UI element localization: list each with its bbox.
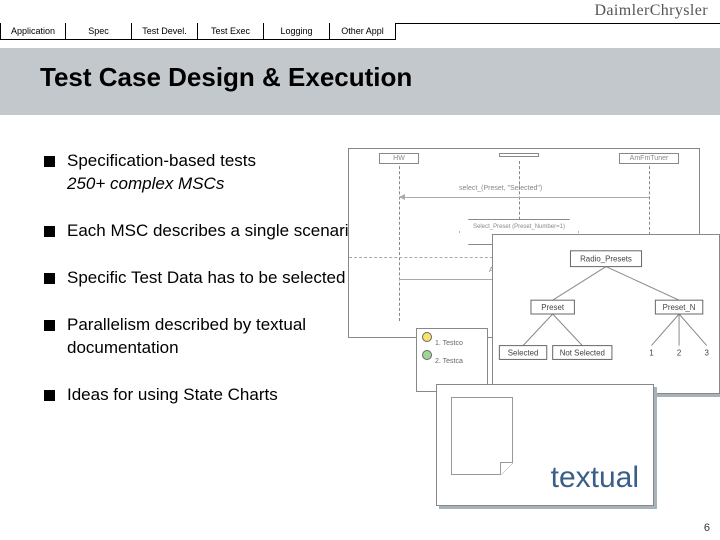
bullet-marker-icon (44, 320, 55, 331)
bullet-marker-icon (44, 273, 55, 284)
page-icon (451, 397, 513, 475)
brand-logo: DaimlerChrysler (594, 2, 708, 20)
msc-arrow (399, 197, 649, 198)
bullet-item: Ideas for using State Charts (44, 384, 374, 407)
tree-diagram-window: Radio_Presets Preset Preset_N Selected N… (492, 234, 720, 394)
page-number: 6 (704, 522, 710, 534)
bullet-subtext: 250+ complex MSCs (67, 173, 256, 196)
tree-node-label: Not Selected (560, 348, 605, 357)
bullet-text: Parallelism described by textual documen… (67, 314, 374, 360)
arrow-head-icon (399, 194, 405, 200)
page-title: Test Case Design & Execution (40, 62, 720, 93)
msc-actor-box: AmFmTuner (619, 153, 679, 164)
tree-node-label: Radio_Presets (580, 255, 632, 264)
logo-part-2: Chrysler (650, 2, 708, 19)
tab-logging[interactable]: Logging (264, 23, 330, 40)
title-bar: Test Case Design & Execution (0, 48, 720, 115)
tree-node-label: Preset (541, 303, 565, 312)
bullet-item: Parallelism described by textual documen… (44, 314, 374, 360)
bullet-text: Each MSC describes a single scenario (67, 220, 358, 243)
figure-area: HW AmFmTuner select_(Preset, "Selected")… (348, 148, 714, 490)
document-window: textual (436, 384, 654, 506)
bullet-text: Specific Test Data has to be selected (67, 267, 345, 290)
palette-row-label: 1. Testco (435, 340, 463, 347)
tab-test-devel[interactable]: Test Devel. (132, 23, 198, 40)
tab-other-appl[interactable]: Other Appl (330, 23, 396, 40)
tab-spec[interactable]: Spec (66, 23, 132, 40)
nav-tabs: Application Spec Test Devel. Test Exec L… (0, 23, 396, 40)
msc-lifeline (399, 161, 400, 321)
document-caption: textual (551, 461, 639, 495)
bullet-text: Specification-based tests (67, 151, 256, 170)
palette-dot-icon (422, 350, 432, 360)
tree-node-label: Selected (508, 348, 539, 357)
bullet-text: Ideas for using State Charts (67, 384, 278, 407)
bullet-marker-icon (44, 390, 55, 401)
msc-actor-box: HW (379, 153, 419, 164)
msc-actor-box (499, 153, 539, 157)
bullet-marker-icon (44, 156, 55, 167)
tree-leaf-label: 3 (705, 348, 710, 357)
bullet-item: Specific Test Data has to be selected (44, 267, 374, 290)
logo-part-1: Daimler (594, 2, 649, 19)
palette-dot-icon (422, 332, 432, 342)
msc-arrow-label: select_(Preset, "Selected") (459, 185, 542, 192)
tree-node-label: Preset_N (663, 303, 696, 312)
tree-leaf-label: 2 (677, 348, 681, 357)
bullet-list: Specification-based tests 250+ complex M… (44, 150, 374, 431)
bullet-item: Specification-based tests 250+ complex M… (44, 150, 374, 196)
bullet-item: Each MSC describes a single scenario (44, 220, 374, 243)
tree-svg: Radio_Presets Preset Preset_N Selected N… (493, 235, 719, 393)
palette-window: 1. Testco 2. Testca (416, 328, 488, 392)
palette-row-label: 2. Testca (435, 358, 463, 365)
bullet-marker-icon (44, 226, 55, 237)
tree-leaf-label: 1 (649, 348, 653, 357)
tab-application[interactable]: Application (0, 23, 66, 40)
tab-test-exec[interactable]: Test Exec (198, 23, 264, 40)
